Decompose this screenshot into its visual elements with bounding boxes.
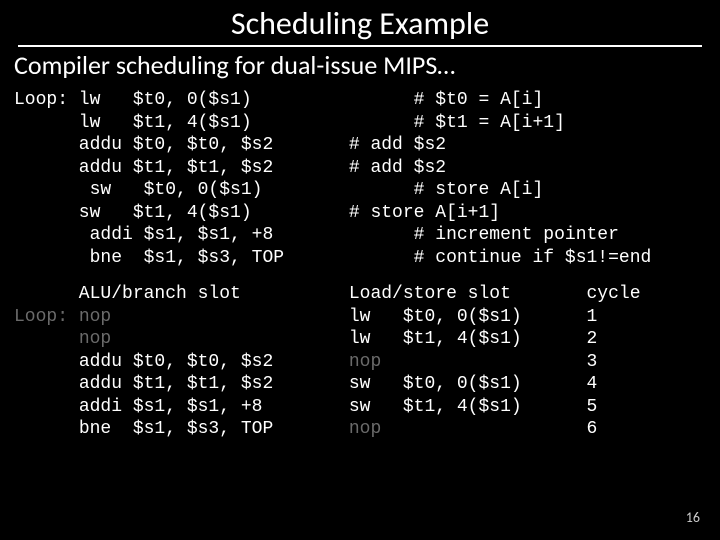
page-number: 16	[686, 509, 700, 526]
title-rule	[18, 45, 702, 47]
scheduled-code-block: ALU/branch slot Load/store slot cycle Lo…	[0, 283, 720, 441]
unscheduled-code-block: Loop: lw $t0, 0($s1) # $t0 = A[i] lw $t1…	[0, 89, 720, 269]
slide-title: Scheduling Example	[0, 0, 720, 45]
slide-subtitle: Compiler scheduling for dual-issue MIPS…	[0, 49, 720, 89]
